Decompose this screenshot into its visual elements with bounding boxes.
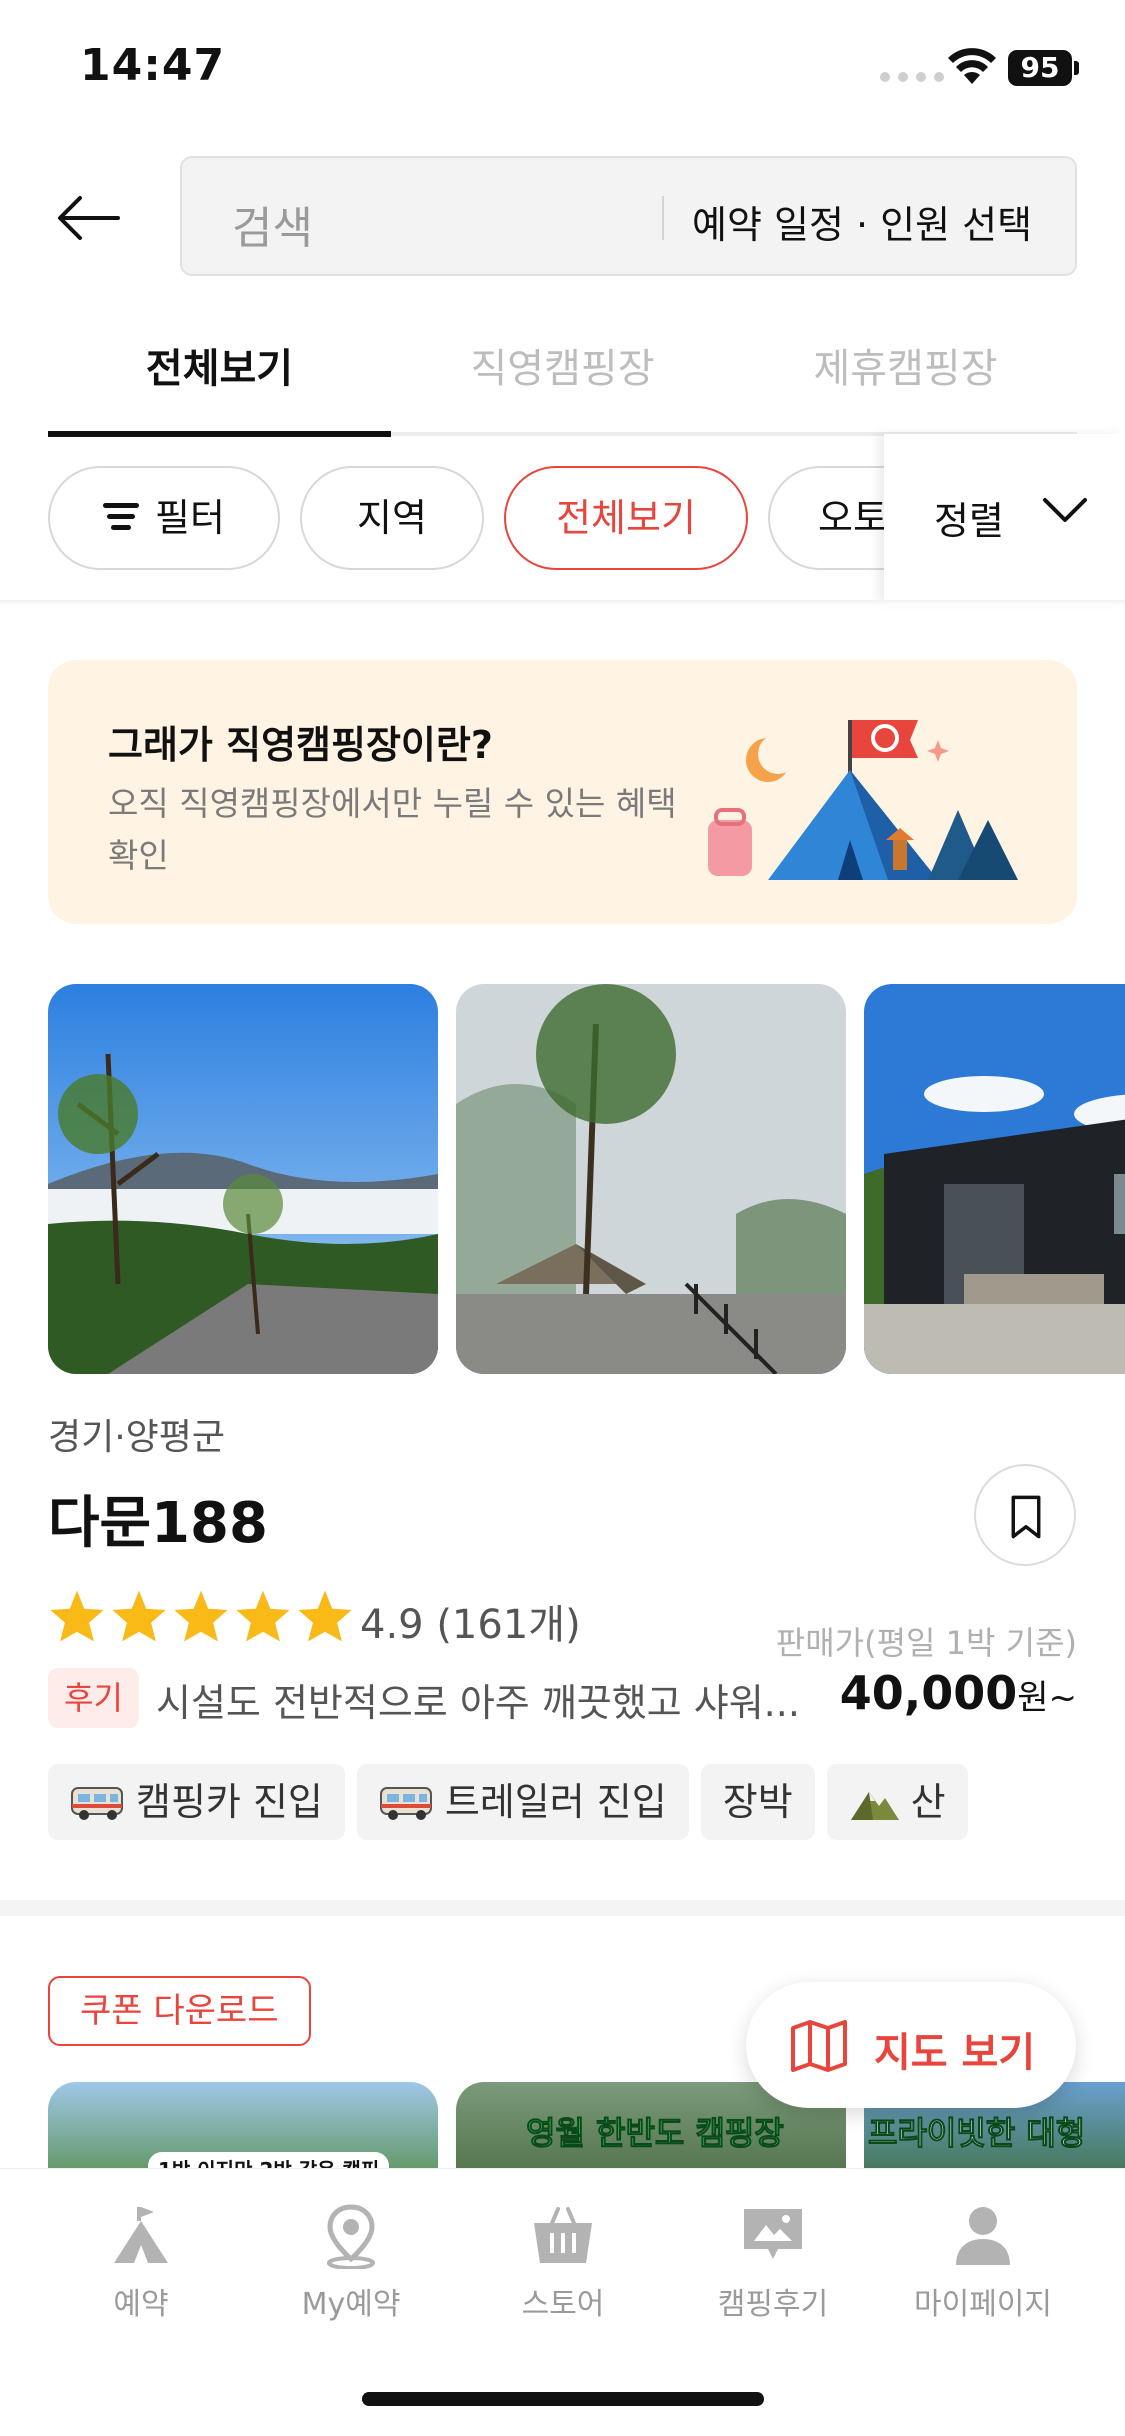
star-icon xyxy=(50,1590,104,1642)
tab-active-indicator xyxy=(48,431,391,437)
rating-stars xyxy=(48,1588,354,1644)
star-icon xyxy=(298,1590,352,1642)
trailer-icon xyxy=(379,1787,432,1820)
photo-caption: 프라이빗한 대형 xyxy=(867,2114,1086,2153)
shopping-basket-icon xyxy=(534,2207,592,2263)
map-view-button[interactable]: 지도 보기 xyxy=(746,1982,1076,2108)
nav-store[interactable]: 스토어 xyxy=(458,2203,668,2323)
tag-label: 장박 xyxy=(722,1780,793,1824)
tab-partner-campsites[interactable]: 제휴캠핑장 xyxy=(734,336,1077,394)
campsite-region: 경기·양평군 xyxy=(48,1417,226,1458)
campsite-name[interactable]: 다문188 xyxy=(48,1478,268,1559)
bookmark-icon xyxy=(1011,1495,1041,1539)
campsite-tabs: 전체보기 직영캠핑장 제휴캠핑장 xyxy=(48,310,1077,437)
battery-icon: 95 xyxy=(1008,50,1072,86)
back-arrow-icon[interactable] xyxy=(48,178,128,258)
campsite-photo[interactable] xyxy=(456,984,846,1374)
region-chip[interactable]: 지역 xyxy=(300,466,484,570)
home-indicator[interactable] xyxy=(362,2392,764,2406)
campsite-photo[interactable]: 1박 이지만 2박 같은 캠핑 xyxy=(48,2082,438,2172)
campsite-photo[interactable] xyxy=(864,984,1125,1374)
tag-label: 캠핑카 진입 xyxy=(136,1780,323,1824)
tab-all[interactable]: 전체보기 xyxy=(48,336,391,394)
review-badge: 후기 xyxy=(48,1668,139,1728)
sort-label: 정렬 xyxy=(934,499,1004,543)
chips-divider xyxy=(0,600,1125,606)
tag-label: 트레일러 진입 xyxy=(444,1780,667,1824)
tent-icon xyxy=(114,2207,168,2263)
photo-caption: 영월 한반도 캠핑장 xyxy=(526,2114,785,2153)
banner-description: 오직 직영캠핑장에서만 누릴 수 있는 혜택 확인 xyxy=(108,784,677,875)
section-divider xyxy=(0,1900,1125,1916)
tent-illustration-icon xyxy=(708,720,1018,880)
nav-camping-review[interactable]: 캠핑후기 xyxy=(668,2203,878,2323)
price-basis: 판매가(평일 1박 기준) xyxy=(775,1624,1077,1662)
person-icon xyxy=(956,2207,1010,2265)
nav-label: 스토어 xyxy=(521,2287,605,2322)
star-icon xyxy=(174,1590,228,1642)
date-people-selector[interactable]: 예약 일정 · 인원 선택 xyxy=(692,194,1032,249)
banner-title: 그래가 직영캠핑장이란? xyxy=(108,723,493,767)
rating-value: 4.9 (161개) xyxy=(360,1602,581,1648)
direct-campsite-banner[interactable]: 그래가 직영캠핑장이란? 오직 직영캠핑장에서만 누릴 수 있는 혜택 확인 xyxy=(48,660,1077,924)
tag-trailer: 트레일러 진입 xyxy=(356,1764,689,1840)
tag-long-stay: 장박 xyxy=(700,1764,815,1840)
nav-my-reservation[interactable]: My예약 xyxy=(246,2203,456,2323)
mountain-icon xyxy=(850,1792,899,1820)
sort-button[interactable]: 정렬 xyxy=(884,434,1125,602)
all-chip[interactable]: 전체보기 xyxy=(504,466,748,570)
battery-cap xyxy=(1074,61,1079,75)
search-divider xyxy=(662,196,664,240)
cellular-signal-icon xyxy=(880,72,944,82)
camping-car-icon xyxy=(71,1787,123,1820)
nav-my-page[interactable]: 마이페이지 xyxy=(878,2203,1088,2323)
map-view-label: 지도 보기 xyxy=(874,2030,1036,2076)
filter-chip[interactable]: 필터 xyxy=(48,466,280,570)
nav-label: 예약 xyxy=(113,2287,169,2322)
nav-reservation[interactable]: 예약 xyxy=(36,2203,246,2323)
campsite-photo-gallery[interactable] xyxy=(0,984,1125,1374)
status-time: 14:47 xyxy=(80,40,226,91)
campsite-tags: 캠핑카 진입 트레일러 진입 장박 산 xyxy=(48,1764,968,1840)
price-value: 40,000 xyxy=(839,1666,1018,1720)
tab-direct-campsites[interactable]: 직영캠핑장 xyxy=(391,336,734,394)
coupon-download-button[interactable]: 쿠폰 다운로드 xyxy=(48,1976,311,2046)
tag-label: 산 xyxy=(910,1780,946,1824)
filter-icon xyxy=(103,497,140,536)
chevron-down-icon xyxy=(1043,498,1087,522)
campsite-photo[interactable] xyxy=(48,984,438,1374)
nav-label: My예약 xyxy=(301,2287,401,2322)
nav-label: 캠핑후기 xyxy=(717,2287,829,2322)
review-snippet[interactable]: 시설도 전반적으로 아주 깨끗했고 샤워... xyxy=(156,1672,806,1727)
star-icon xyxy=(236,1590,290,1642)
star-icon xyxy=(112,1590,166,1642)
tag-camping-car: 캠핑카 진입 xyxy=(48,1764,345,1840)
search-input[interactable]: 검색 xyxy=(232,192,313,256)
filter-chip-label: 필터 xyxy=(155,496,225,540)
tag-mountain: 산 xyxy=(826,1764,968,1840)
review-image-icon xyxy=(744,2209,802,2259)
price-unit: 원~ xyxy=(1017,1678,1077,1718)
map-icon xyxy=(791,2020,847,2072)
search-bar[interactable]: 검색 예약 일정 · 인원 선택 xyxy=(180,156,1077,276)
bookmark-button[interactable] xyxy=(974,1464,1076,1566)
nav-label: 마이페이지 xyxy=(914,2287,1052,2322)
wifi-icon xyxy=(948,48,996,84)
location-pin-icon xyxy=(327,2204,375,2269)
status-bar: 14:47 95 xyxy=(0,0,1125,140)
campsite-price: 40,000원~ xyxy=(840,1666,1077,1720)
